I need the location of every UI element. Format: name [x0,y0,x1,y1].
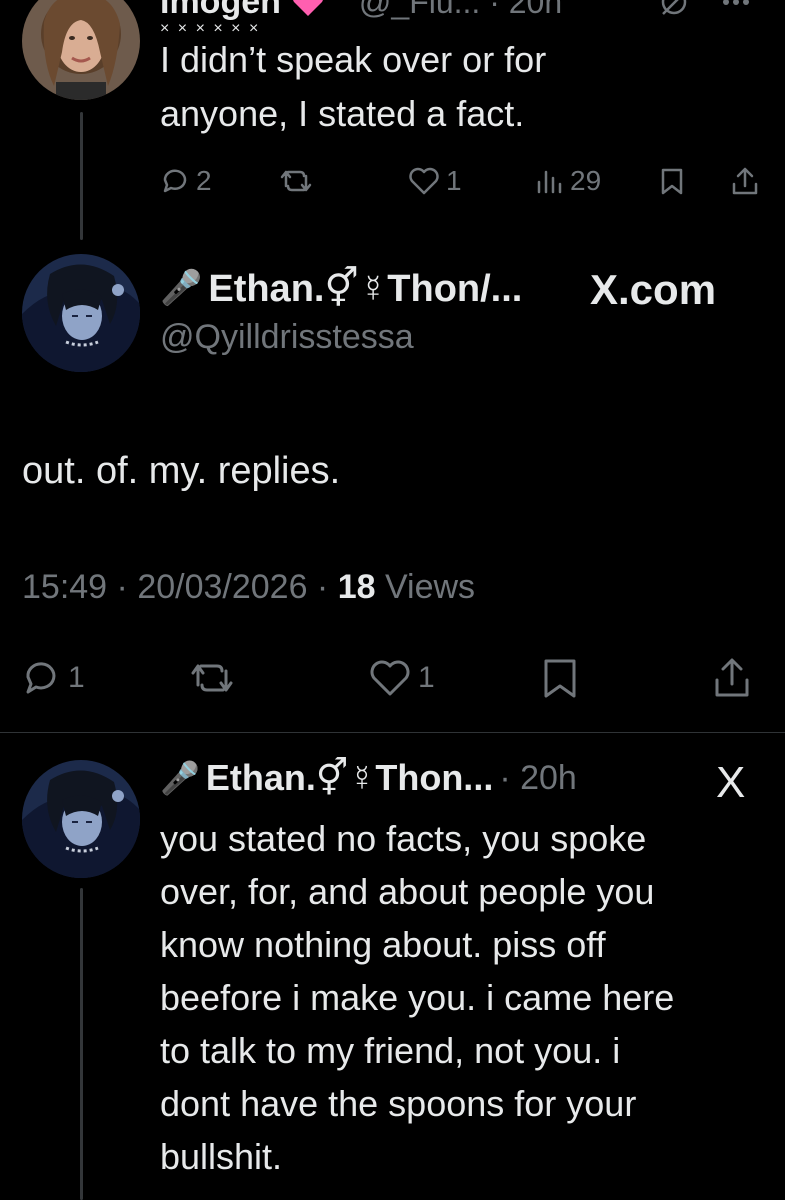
reply-text-line: know nothing about. piss off [160,924,606,965]
views-count-main[interactable]: 18 [338,568,376,606]
avatar-ethan-reply[interactable] [22,760,140,878]
display-name-ethan-reply[interactable]: Ethan.⚥☿Thon... [206,757,493,799]
share-button-main[interactable] [712,656,752,700]
thread-line [80,112,83,240]
like-button-main[interactable]: 1 [368,658,435,698]
avatar-imogen[interactable] [22,0,140,100]
x-com-badge: X.com [590,266,717,313]
tweet-text-line-2: anyone, I stated a fact. [160,93,525,134]
microphone-emoji-icon: 🎤 [160,760,200,796]
display-name-imogen[interactable]: Imogen [160,0,281,22]
reply-text-line: to talk to my friend, not you. i [160,1030,621,1071]
reply-count: 2 [196,165,212,196]
main-tweet-text: out. of. my. replies. [22,450,341,492]
reply-text-line: bullshit. [160,1136,283,1177]
handle-ethan[interactable]: @Qyilldrisstessa [160,318,414,357]
thread-line [80,888,83,1200]
share-icon [715,658,749,697]
bookmark-icon [544,659,576,698]
analytics-icon [537,170,562,194]
views-label: Views [375,568,476,606]
like-count: 1 [446,165,462,196]
reply-icon [163,169,187,193]
avatar-ethan[interactable] [22,254,140,372]
tweet-text-line-1: I didn’t speak over or for [160,39,547,80]
reply-count-main: 1 [68,661,85,694]
share-button[interactable] [730,166,760,196]
reply-text-line: you stated no facts, you spoke [160,818,647,859]
bookmark-icon [661,168,683,195]
tweet-actions-main: 1 1 [22,656,762,700]
retweet-icon [280,170,312,192]
views-button[interactable]: 29 [534,165,601,197]
more-options-icon[interactable] [722,0,750,6]
reply-text-line: beefore i make you. i came here [160,977,675,1018]
x-logo-icon: X [716,758,745,808]
reply-icon [26,662,56,694]
grok-icon[interactable] [660,0,688,18]
separator: · [107,568,138,606]
reply-button[interactable]: 2 [160,165,212,197]
tweet-date[interactable]: 20/03/2026 [137,568,307,606]
retweet-button[interactable] [280,166,312,196]
reply-button-main[interactable]: 1 [22,658,85,698]
reply-text-line: dont have the spoons for your [160,1083,637,1124]
separator: · [307,568,338,606]
heart-icon [370,660,410,696]
handle-and-time: @_Flu... · 20h [358,0,563,20]
microphone-emoji-icon: 🎤 [160,269,203,307]
reply-text-line: over, for, and about people you [160,871,655,912]
reply-text: you stated no facts, you spoke over, for… [160,812,674,1183]
reply-time[interactable]: · 20h [499,759,577,798]
share-icon [732,167,758,195]
heart-icon [409,167,439,195]
x-logo-text: X [716,758,746,807]
bookmark-button[interactable] [658,166,686,196]
retweet-icon [191,664,233,692]
like-button[interactable]: 1 [408,165,462,197]
views-count: 29 [570,165,602,196]
display-name-ethan[interactable]: Ethan.⚥☿Thon/... [208,266,522,311]
retweet-button-main[interactable] [190,658,234,698]
bookmark-button-main[interactable] [540,656,580,700]
heart-emoji-icon [291,0,325,17]
divider [0,732,785,733]
tweet-metadata: 15:49 · 20/03/2026 · 18 Views [22,568,475,607]
like-count-main: 1 [418,661,435,694]
tweet-actions-imogen: 2 1 29 [160,164,760,198]
name-decoration: × × × × × × [160,20,261,37]
tweet-time[interactable]: 15:49 [22,568,107,606]
